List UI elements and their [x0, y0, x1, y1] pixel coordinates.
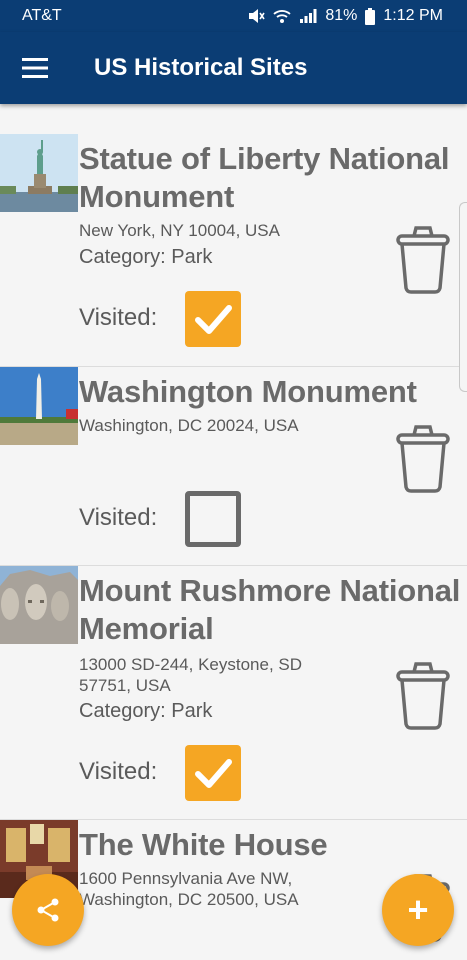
- site-thumbnail: [0, 566, 78, 644]
- mute-icon: [249, 9, 266, 23]
- sites-list[interactable]: Statue of Liberty National Monument New …: [0, 104, 467, 960]
- site-title-line2: Memorial: [79, 611, 214, 646]
- status-icons: 81% 1:12 PM: [247, 7, 443, 25]
- site-address: 13000 SD-244, Keystone, SD: [79, 655, 303, 674]
- site-title: Mount Rushmore National: [79, 573, 461, 608]
- scrollbar[interactable]: [459, 202, 467, 392]
- site-title-line2: Monument: [79, 179, 235, 214]
- site-address-line2: Washington, DC 20500, USA: [79, 890, 299, 909]
- checkmark-icon: [195, 759, 232, 788]
- wifi-icon: [273, 10, 291, 23]
- delete-trash-icon[interactable]: [394, 421, 452, 493]
- visited-checkbox[interactable]: [185, 291, 241, 347]
- visited-checkbox[interactable]: [185, 491, 241, 547]
- battery-icon: [365, 7, 376, 25]
- site-address: New York, NY 10004, USA: [79, 221, 280, 240]
- plus-icon: +: [407, 889, 429, 930]
- site-thumbnail: [0, 367, 78, 445]
- clock: 1:12 PM: [383, 7, 443, 24]
- visited-label: Visited:: [79, 304, 158, 331]
- carrier-label: AT&T: [22, 7, 62, 24]
- site-title: Washington Monument: [79, 374, 417, 409]
- site-thumbnail: [0, 134, 78, 212]
- signal-icon: [300, 9, 317, 23]
- site-category: Category: Park: [79, 246, 213, 268]
- visited-label: Visited:: [79, 504, 158, 531]
- battery-percent: 81%: [325, 7, 358, 24]
- menu-button[interactable]: [0, 32, 70, 104]
- status-bar: AT&T 81% 1:12 PM: [0, 0, 467, 32]
- delete-trash-icon[interactable]: [394, 658, 452, 730]
- site-title: The White House: [79, 827, 328, 862]
- site-address-line2: 57751, USA: [79, 676, 171, 695]
- add-site-button[interactable]: +: [382, 874, 454, 946]
- list-item[interactable]: Mount Rushmore National Memorial 13000 S…: [0, 566, 467, 820]
- checkmark-icon: [195, 305, 232, 334]
- share-button[interactable]: [12, 874, 84, 946]
- page-title: US Historical Sites: [94, 54, 308, 81]
- share-icon: [37, 898, 59, 922]
- visited-checkbox[interactable]: [185, 745, 241, 801]
- hamburger-icon: [22, 58, 48, 78]
- list-item[interactable]: Washington Monument Washington, DC 20024…: [0, 367, 467, 566]
- site-address: Washington, DC 20024, USA: [79, 416, 299, 435]
- visited-label: Visited:: [79, 758, 158, 785]
- site-title: Statue of Liberty National: [79, 141, 450, 176]
- site-address: 1600 Pennsylvania Ave NW,: [79, 869, 293, 888]
- delete-trash-icon[interactable]: [394, 222, 452, 294]
- app-bar: US Historical Sites: [0, 32, 467, 104]
- site-category: Category: Park: [79, 700, 213, 722]
- list-item[interactable]: Statue of Liberty National Monument New …: [0, 104, 467, 367]
